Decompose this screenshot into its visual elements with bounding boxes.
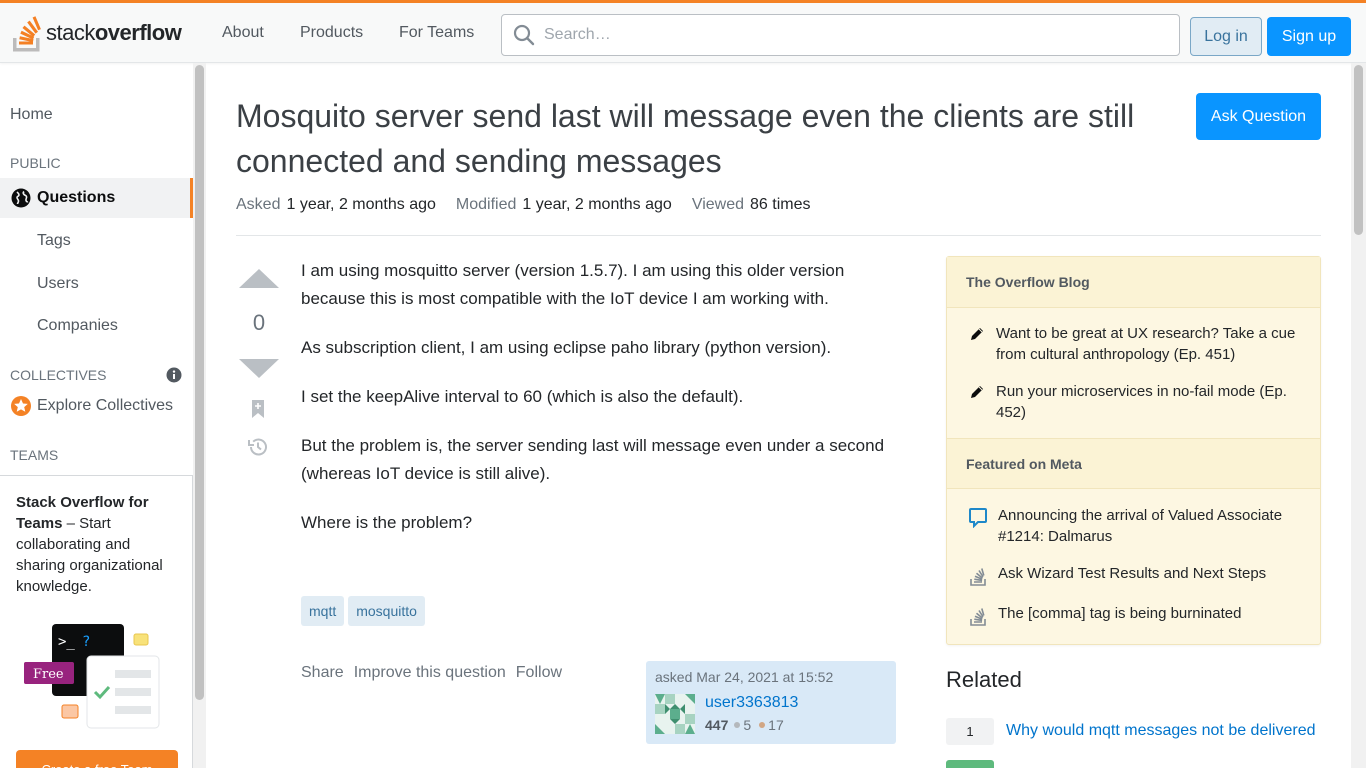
section-public-label: PUBLIC <box>10 155 61 171</box>
top-bar: stackoverflow About Products For Teams L… <box>0 0 1366 63</box>
svg-text:>_: >_ <box>58 634 75 650</box>
meta-item-link[interactable]: The [comma] tag is being burninated <box>998 603 1241 626</box>
logo-text-stack: stack <box>46 20 95 45</box>
related-score[interactable] <box>946 760 994 768</box>
avatar[interactable] <box>655 694 695 734</box>
section-collectives-label: COLLECTIVES <box>10 367 107 383</box>
section-teams-label: TEAMS <box>10 447 59 463</box>
bronze-badge-count: 17 <box>768 717 784 733</box>
silver-badge-icon <box>734 722 741 728</box>
asked-value: 1 year, 2 months ago <box>286 196 436 213</box>
left-sidebar: Home PUBLIC Questions Tags Users Compani… <box>0 63 206 768</box>
page-scrollbar[interactable] <box>1351 63 1366 768</box>
meta-item-link[interactable]: Announcing the arrival of Valued Associa… <box>998 505 1304 547</box>
reputation-score: 447 <box>705 717 729 733</box>
nav-about[interactable]: About <box>222 24 264 42</box>
search-box[interactable] <box>501 14 1180 56</box>
post-actions: Share Improve this question Follow <box>301 664 572 682</box>
modified-label: Modified <box>455 196 517 213</box>
login-button[interactable]: Log in <box>1190 17 1262 56</box>
collectives-icon <box>11 396 31 416</box>
stack-logo-icon <box>13 16 41 52</box>
tag-mqtt[interactable]: mqtt <box>301 596 345 626</box>
blog-item-link[interactable]: Run your microservices in no-fail mode (… <box>996 381 1304 423</box>
search-input[interactable] <box>544 26 1144 44</box>
meta-header: Featured on Meta <box>947 438 1320 489</box>
blog-item[interactable]: Want to be great at UX research? Take a … <box>969 323 1304 365</box>
user-card: asked Mar 24, 2021 at 15:52 user3363813 … <box>646 661 896 744</box>
ask-question-button[interactable]: Ask Question <box>1196 93 1321 140</box>
meta-item[interactable]: The [comma] tag is being burninated <box>969 603 1304 626</box>
body-paragraph: I am using mosquitto server (version 1.5… <box>301 261 845 308</box>
pencil-icon <box>971 328 983 340</box>
info-icon[interactable] <box>166 367 182 383</box>
teams-free-badge: Free <box>33 667 64 682</box>
overflow-blog-widget: The Overflow Blog Want to be great at UX… <box>946 256 1321 645</box>
left-scrollbar-thumb[interactable] <box>195 65 204 700</box>
question-body: I am using mosquitto server (version 1.5… <box>301 257 896 558</box>
teams-promo: Stack Overflow for Teams – Start collabo… <box>0 475 193 768</box>
viewed-label: Viewed <box>691 196 745 213</box>
user-reputation: 447 5 17 <box>705 717 792 733</box>
teams-illustration-icon: >_ ? Free <box>24 624 160 729</box>
meta-item[interactable]: Announcing the arrival of Valued Associa… <box>969 505 1304 547</box>
question-title[interactable]: Mosquito server send last will message e… <box>236 94 1176 184</box>
body-paragraph: But the problem is, the server sending l… <box>301 436 885 483</box>
body-paragraph: I set the keepAlive interval to 60 (whic… <box>301 387 744 406</box>
follow-link[interactable]: Follow <box>516 664 562 682</box>
stack-exchange-icon <box>970 608 986 626</box>
pencil-icon <box>971 386 983 398</box>
signup-button[interactable]: Sign up <box>1267 17 1351 56</box>
nav-for-teams[interactable]: For Teams <box>399 24 474 42</box>
nav-tags[interactable]: Tags <box>37 232 71 250</box>
silver-badge-count: 5 <box>743 717 752 733</box>
nav-explore-collectives[interactable]: Explore Collectives <box>10 395 173 417</box>
meta-item[interactable]: Ask Wizard Test Results and Next Steps <box>969 563 1304 586</box>
meta-item-link[interactable]: Ask Wizard Test Results and Next Steps <box>998 563 1266 586</box>
explore-collectives-label: Explore Collectives <box>37 397 174 414</box>
user-name-link[interactable]: user3363813 <box>705 694 798 712</box>
improve-question-link[interactable]: Improve this question <box>354 664 506 682</box>
svg-text:?: ? <box>82 634 90 650</box>
globe-icon <box>11 188 31 208</box>
nav-questions-label: Questions <box>37 189 116 206</box>
create-team-button[interactable]: Create a free Team <box>16 750 178 768</box>
body-paragraph: As subscription client, I am using eclip… <box>301 338 832 357</box>
history-icon[interactable] <box>247 436 269 458</box>
blog-header: The Overflow Blog <box>947 257 1320 308</box>
left-scrollbar[interactable] <box>193 63 206 768</box>
search-icon <box>513 24 535 46</box>
bronze-badge-icon <box>759 722 766 728</box>
nav-companies[interactable]: Companies <box>37 317 118 335</box>
related-score[interactable]: 1 <box>946 718 994 745</box>
blog-item-link[interactable]: Want to be great at UX research? Take a … <box>996 323 1304 365</box>
asked-timestamp: asked Mar 24, 2021 at 15:52 <box>655 669 834 685</box>
nav-users[interactable]: Users <box>37 275 79 293</box>
page-scrollbar-thumb[interactable] <box>1354 65 1363 235</box>
stack-exchange-icon <box>970 568 986 586</box>
nav-products[interactable]: Products <box>300 24 363 42</box>
blog-item[interactable]: Run your microservices in no-fail mode (… <box>969 381 1304 423</box>
related-heading: Related <box>946 667 1022 692</box>
chat-bubble-icon <box>969 508 987 528</box>
modified-value[interactable]: 1 year, 2 months ago <box>522 196 671 214</box>
upvote-arrow-icon[interactable] <box>238 268 280 290</box>
body-paragraph: Where is the problem? <box>301 513 473 532</box>
site-logo[interactable]: stackoverflow <box>10 13 195 53</box>
tag-mosquitto[interactable]: mosquitto <box>348 596 425 626</box>
viewed-value: 86 times <box>750 196 811 213</box>
nav-questions[interactable]: Questions <box>0 178 193 218</box>
related-question-link[interactable]: Why would mqtt messages not be delivered <box>1006 722 1315 740</box>
nav-home[interactable]: Home <box>10 106 53 124</box>
bookmark-icon[interactable] <box>251 399 265 419</box>
vote-count: 0 <box>252 310 266 335</box>
asked-label: Asked <box>236 196 281 213</box>
share-link[interactable]: Share <box>301 664 344 682</box>
question-tags: mqtt mosquitto <box>301 596 425 626</box>
downvote-arrow-icon[interactable] <box>238 358 280 380</box>
header-divider <box>236 235 1321 236</box>
logo-text-overflow: overflow <box>94 20 182 45</box>
question-meta: Asked 1 year, 2 months ago Modified 1 ye… <box>236 196 830 214</box>
